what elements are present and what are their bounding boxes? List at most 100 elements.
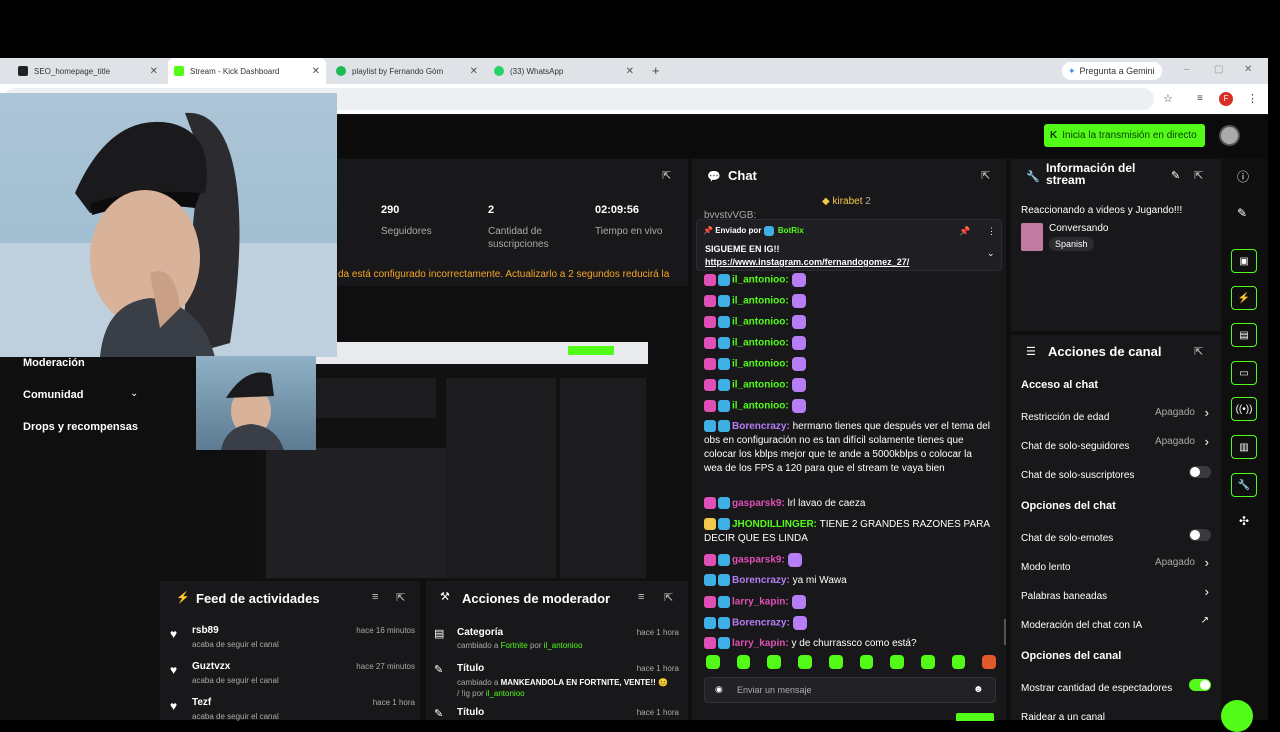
verified-badge-icon: [718, 617, 730, 629]
unpin-icon[interactable]: 📌: [959, 226, 970, 237]
go-live-button[interactable]: K Inicia la transmisión en directo: [1044, 124, 1205, 147]
kebab-menu-icon[interactable]: ⋮: [987, 226, 996, 237]
close-icon[interactable]: ✕: [150, 66, 158, 77]
channel-action-row[interactable]: Moderación del chat con IA ↗: [1021, 615, 1211, 631]
close-icon[interactable]: ✕: [626, 66, 634, 77]
emote-icon[interactable]: [920, 655, 935, 669]
streamer-photo: [221, 372, 284, 450]
chat-username[interactable]: il_antonioo:: [732, 317, 789, 328]
chat-username[interactable]: il_antonioo:: [732, 338, 789, 349]
top-gifter: ◆ kirabet 2: [822, 196, 871, 207]
gamepad-icon[interactable]: ✣: [1239, 514, 1249, 528]
chevron-down-icon[interactable]: ⌄: [130, 388, 138, 399]
gift-icon: ◆: [822, 196, 830, 207]
emote-icon[interactable]: [890, 655, 904, 669]
pencil-icon[interactable]: ✎: [1237, 206, 1247, 220]
emote-icon[interactable]: [767, 655, 782, 669]
chevron-down-icon[interactable]: ⌄: [987, 248, 995, 259]
chat-username[interactable]: Borencrazy:: [732, 421, 790, 432]
section-heading: Acceso al chat: [1021, 379, 1099, 391]
info-icon[interactable]: ⓘ: [1237, 168, 1249, 185]
sidebar-item-community[interactable]: Comunidad: [0, 389, 84, 401]
chat-username[interactable]: il_antonioo:: [732, 359, 789, 370]
channel-action-row[interactable]: Palabras baneadas ›: [1021, 584, 1211, 602]
sidebar-item-moderation[interactable]: Moderación: [0, 357, 85, 369]
sidebar-item-drops[interactable]: Drops y recompensas: [0, 421, 138, 433]
verified-badge-icon: [718, 574, 730, 587]
chat-username[interactable]: larry_kapin:: [732, 597, 789, 608]
close-icon[interactable]: ✕: [312, 66, 320, 77]
document-icon[interactable]: ▤: [1231, 323, 1257, 347]
kebab-menu-icon[interactable]: ⋮: [1247, 92, 1258, 105]
chat-input[interactable]: ◉ Enviar un mensaje ☻: [704, 677, 996, 703]
new-tab-button[interactable]: +: [652, 63, 660, 78]
emote-icon[interactable]: [706, 655, 720, 669]
avatar[interactable]: [1219, 125, 1240, 146]
support-fab-button[interactable]: [1221, 700, 1253, 732]
popout-icon[interactable]: ⇱: [1194, 169, 1203, 182]
preview-go-live: [568, 346, 614, 355]
chat-message: il_antonioo:: [704, 294, 992, 309]
chat-bubble-icon[interactable]: ▭: [1231, 361, 1257, 385]
chat-username[interactable]: Borencrazy:: [732, 618, 790, 629]
reading-list-icon[interactable]: ≡: [1197, 93, 1203, 104]
chevron-right-icon: ›: [1204, 434, 1209, 449]
emote-icon[interactable]: [828, 655, 843, 669]
chat-username[interactable]: il_antonioo:: [732, 296, 789, 307]
bot-badge-icon: [763, 226, 774, 236]
mod-actions-title: Acciones de moderador: [462, 591, 611, 606]
browser-tab-seo[interactable]: SEO_homepage_title ✕: [12, 58, 164, 84]
emoji-icon[interactable]: ☻: [973, 684, 984, 695]
browser-tab-whatsapp[interactable]: (33) WhatsApp ✕: [488, 58, 640, 84]
emote-icon[interactable]: [951, 655, 966, 669]
toggle-switch[interactable]: [1189, 679, 1211, 691]
channel-action-row[interactable]: Chat de solo-emotes: [1021, 528, 1211, 544]
toggle-switch[interactable]: [1189, 529, 1211, 541]
dashboard-icon[interactable]: ▥: [1231, 435, 1257, 459]
channel-action-row[interactable]: Chat de solo-suscriptores: [1021, 465, 1211, 481]
chat-username[interactable]: il_antonioo:: [732, 380, 789, 391]
chat-username[interactable]: gasparsk9:: [732, 498, 785, 509]
chat-username[interactable]: il_antonioo:: [732, 275, 789, 286]
popout-icon[interactable]: ⇱: [981, 169, 990, 182]
emote-icon[interactable]: [859, 655, 874, 669]
channel-action-row[interactable]: Modo lento Apagado ›: [1021, 555, 1211, 573]
emote-icon[interactable]: [798, 655, 812, 669]
chat-username[interactable]: il_antonioo:: [732, 401, 789, 412]
minimize-icon[interactable]: –: [1184, 64, 1190, 75]
close-icon[interactable]: ✕: [470, 66, 478, 77]
wrench-icon[interactable]: 🔧: [1231, 473, 1257, 497]
emote-icon[interactable]: [982, 655, 997, 669]
emote-icon[interactable]: [736, 655, 751, 669]
filter-icon[interactable]: ≡: [372, 591, 378, 603]
chat-username[interactable]: Borencrazy:: [732, 575, 790, 586]
popout-icon[interactable]: ⇱: [396, 591, 405, 604]
window-close-icon[interactable]: ✕: [1244, 64, 1252, 75]
popout-icon[interactable]: ⇱: [664, 591, 673, 604]
broadcast-icon[interactable]: ((•)): [1231, 397, 1257, 421]
channel-action-row[interactable]: Restricción de edad Apagado ›: [1021, 405, 1211, 423]
pinned-sender: 📌 Enviado por BotRix: [703, 226, 804, 236]
gemini-button[interactable]: ✦ Pregunta a Gemini: [1062, 62, 1162, 80]
bookmark-star-icon[interactable]: ☆: [1163, 92, 1173, 105]
lightning-icon[interactable]: ⚡: [1231, 286, 1257, 310]
pinned-link[interactable]: https://www.instagram.com/fernandogomez_…: [705, 257, 909, 267]
popout-icon[interactable]: ⇱: [1194, 345, 1203, 358]
edit-icon[interactable]: ✎: [1171, 169, 1180, 182]
channel-action-row[interactable]: Mostrar cantidad de espectadores: [1021, 678, 1211, 694]
channel-action-row[interactable]: Raidear a un canal: [1021, 707, 1211, 723]
filter-icon[interactable]: ≡: [638, 591, 644, 603]
browser-tab-spotify[interactable]: playlist by Fernando Góm ✕: [330, 58, 484, 84]
profile-avatar[interactable]: F: [1219, 92, 1233, 106]
title-icon: ✎: [434, 708, 444, 720]
toggle-switch[interactable]: [1189, 466, 1211, 478]
clip-icon[interactable]: ▣: [1231, 249, 1257, 273]
maximize-icon[interactable]: ▢: [1214, 64, 1223, 75]
chat-username[interactable]: JHONDILLINGER:: [732, 519, 817, 530]
browser-tab-kick[interactable]: Stream - Kick Dashboard ✕: [168, 58, 326, 84]
channel-action-row[interactable]: Chat de solo-seguidores Apagado ›: [1021, 434, 1211, 452]
chat-username[interactable]: larry_kapin:: [732, 638, 789, 649]
chat-scrollbar[interactable]: [1004, 619, 1006, 645]
popout-icon[interactable]: ⇱: [662, 169, 671, 182]
chat-username[interactable]: gasparsk9:: [732, 555, 785, 566]
